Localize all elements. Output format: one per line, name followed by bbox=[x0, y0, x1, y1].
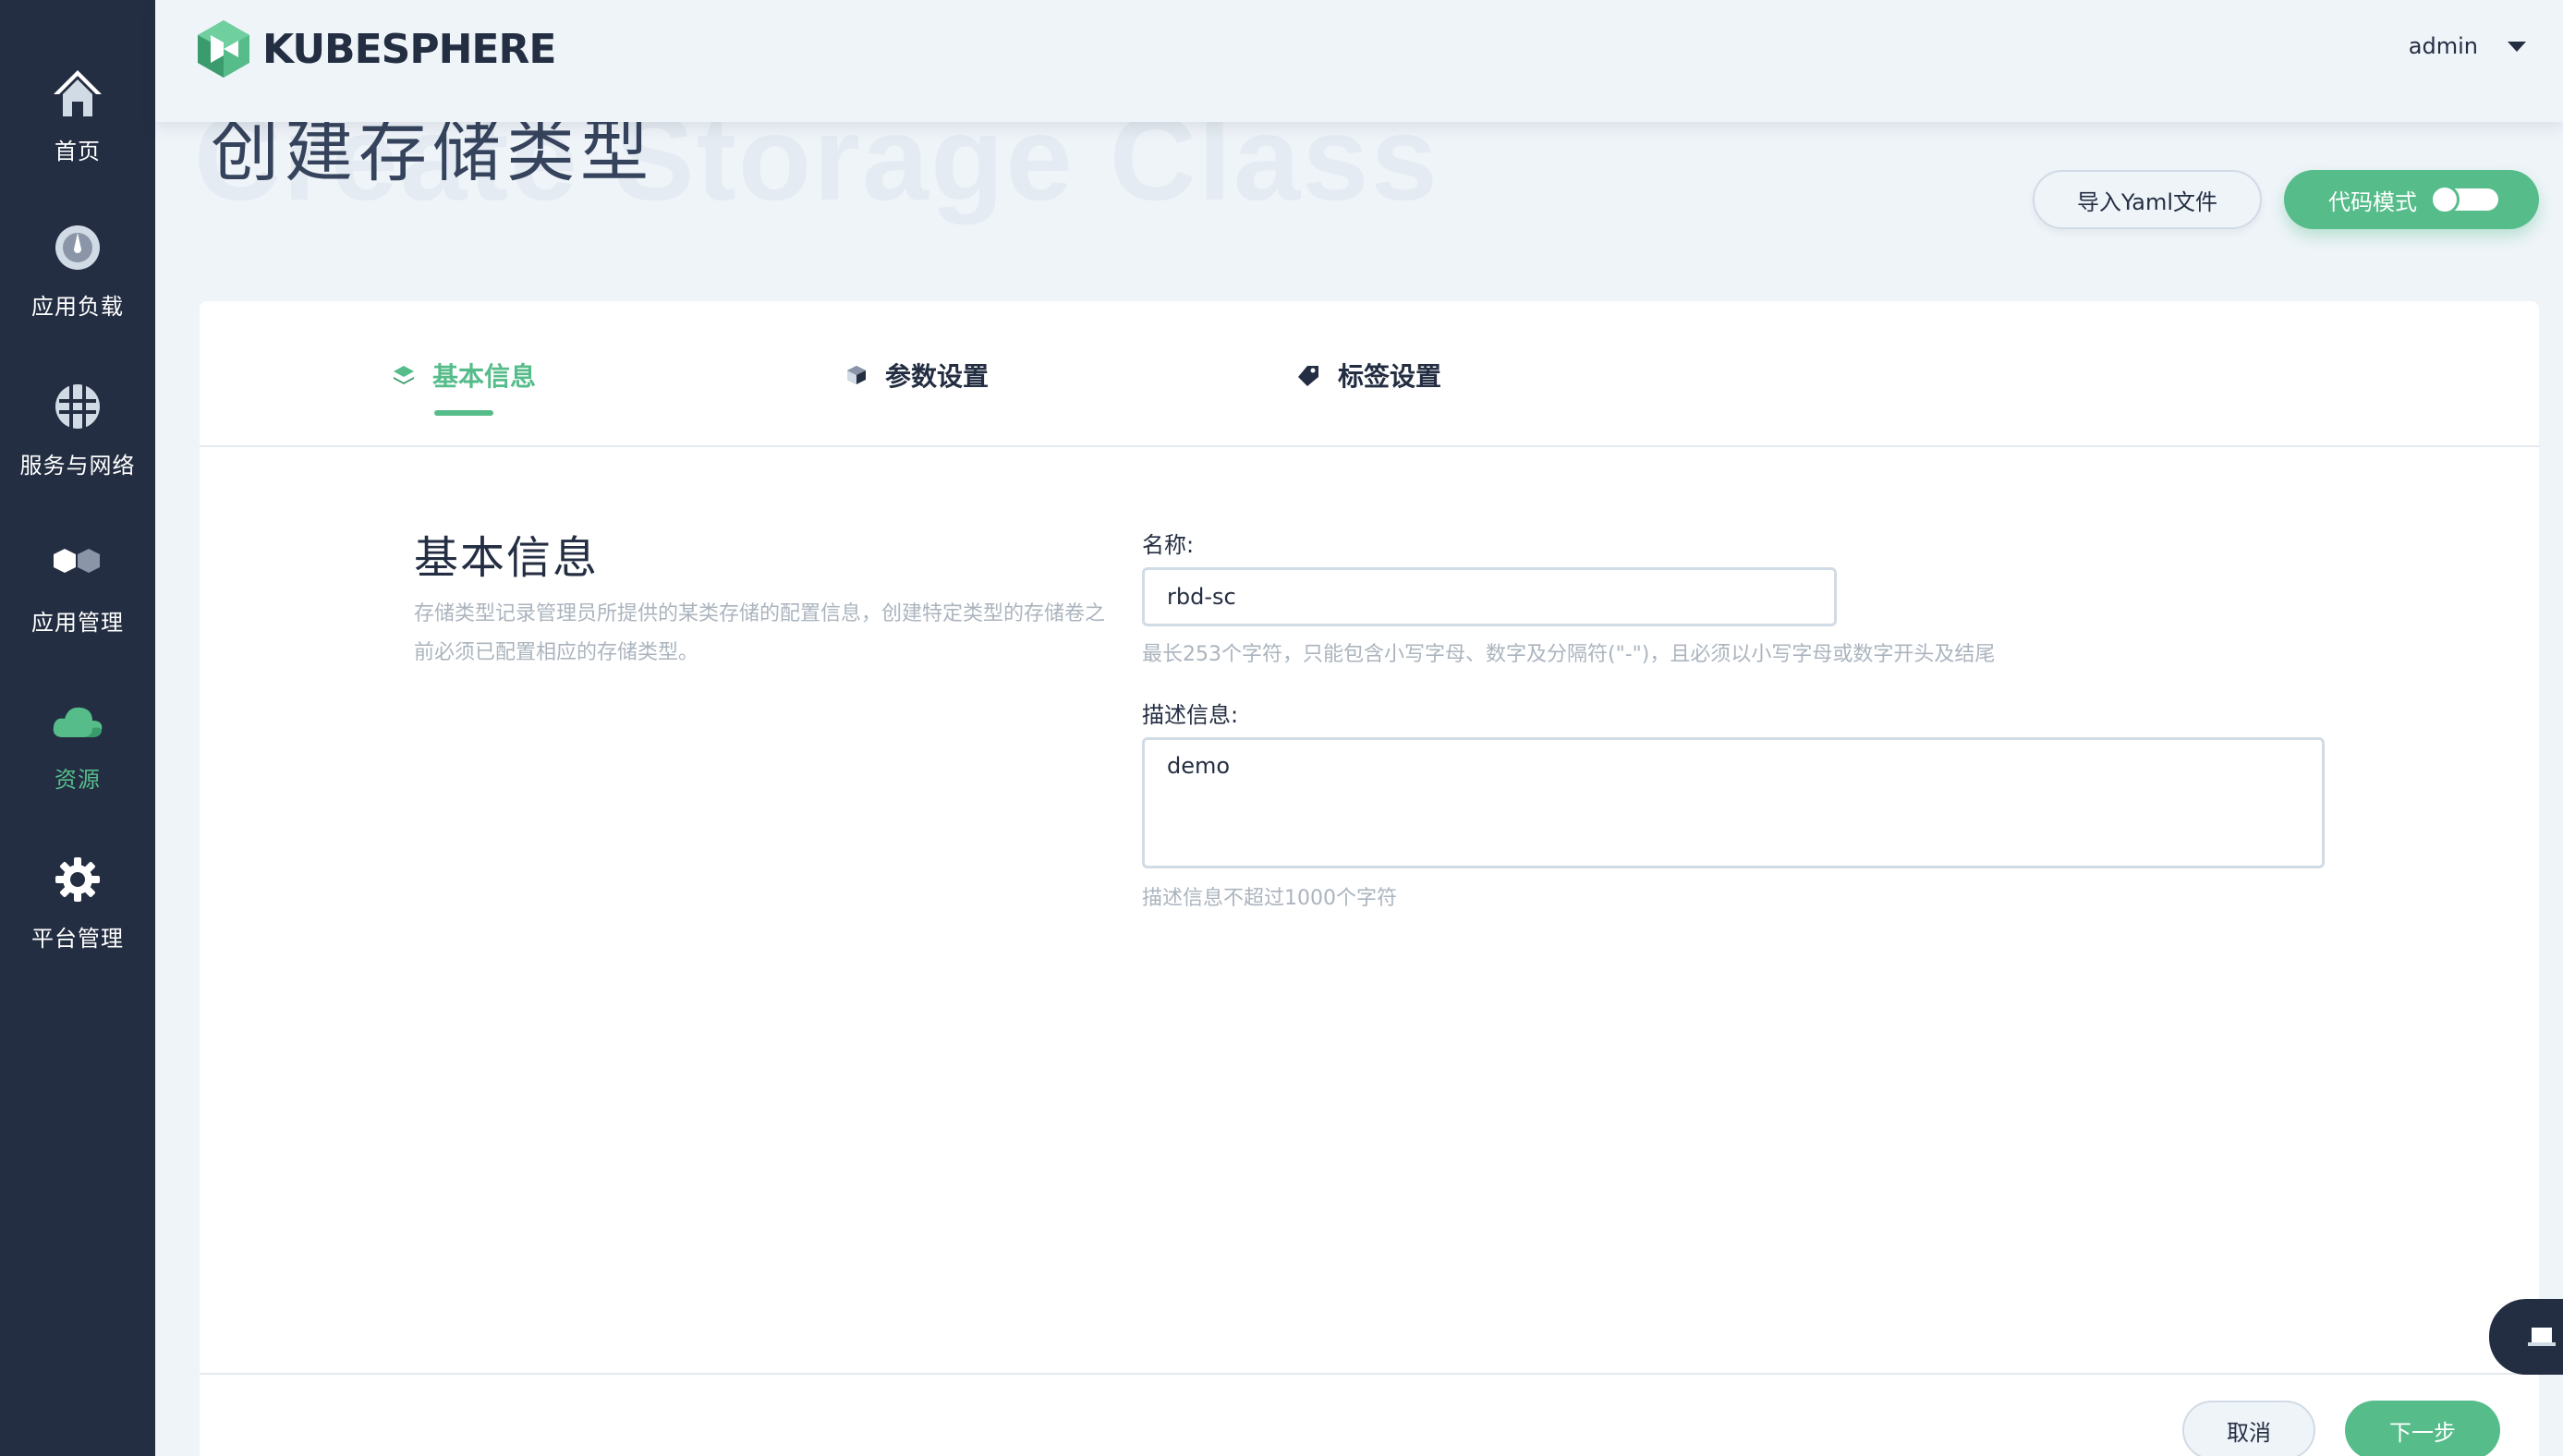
layers-icon bbox=[392, 363, 416, 387]
top-header: KUBESPHERE admin bbox=[155, 0, 2563, 122]
network-icon bbox=[50, 379, 105, 434]
sidebar-item-label: 服务与网络 bbox=[19, 453, 136, 479]
sidebar-item-label: 首页 bbox=[55, 139, 101, 164]
description-textarea[interactable]: demo bbox=[1142, 737, 2325, 868]
name-hint: 最长253个字符，只能包含小写字母、数字及分隔符("-")，且必须以小写字母或数… bbox=[1142, 643, 1996, 666]
tab-label: 参数设置 bbox=[885, 361, 990, 392]
floating-toolbox[interactable] bbox=[2489, 1299, 2563, 1375]
sidebar-item-label: 应用负载 bbox=[31, 294, 124, 320]
tag-icon bbox=[1297, 363, 1321, 387]
sidebar-item-platform[interactable]: 平台管理 bbox=[0, 852, 155, 990]
tab-label: 标签设置 bbox=[1338, 361, 1442, 392]
kubesphere-logo-icon bbox=[198, 20, 249, 78]
user-menu[interactable]: admin bbox=[2409, 33, 2526, 59]
toggle-knob bbox=[2430, 185, 2460, 214]
laptop-icon bbox=[2528, 1328, 2556, 1346]
tab-basic-info[interactable]: 基本信息 bbox=[392, 357, 536, 394]
sidebar-item-apps[interactable]: 应用管理 bbox=[0, 536, 155, 674]
brand-name: KUBESPHERE bbox=[262, 25, 556, 73]
sidebar-item-resources[interactable]: 资源 bbox=[0, 693, 155, 831]
import-yaml-button[interactable]: 导入Yaml文件 bbox=[2033, 170, 2262, 229]
sidebar-item-label: 平台管理 bbox=[31, 926, 124, 952]
next-button[interactable]: 下一步 bbox=[2345, 1401, 2500, 1456]
tab-labels[interactable]: 标签设置 bbox=[1297, 357, 1441, 394]
sidebar-item-home[interactable]: 首页 bbox=[0, 65, 155, 203]
dashboard-icon bbox=[50, 220, 105, 275]
chevron-down-icon bbox=[2508, 41, 2526, 52]
sidebar: 首页 应用负载 服务与网络 应用管理 资源 平台管理 bbox=[0, 0, 155, 1456]
create-form-card: 基本信息 参数设置 标签设置 基本信息 存储类型记录管理员所提供的某类存储的配置… bbox=[200, 301, 2539, 1456]
code-mode-label: 代码模式 bbox=[2328, 188, 2417, 215]
tab-label: 基本信息 bbox=[432, 361, 537, 392]
description-label: 描述信息: bbox=[1142, 702, 1239, 728]
section-title: 基本信息 bbox=[414, 532, 600, 584]
tab-parameters[interactable]: 参数设置 bbox=[844, 357, 989, 394]
name-input[interactable]: rbd-sc bbox=[1142, 567, 1837, 626]
cloud-icon bbox=[50, 693, 105, 748]
logo[interactable]: KUBESPHERE bbox=[198, 20, 556, 78]
cube-icon bbox=[844, 363, 869, 387]
footer-divider bbox=[200, 1373, 2539, 1375]
step-tabs: 基本信息 参数设置 标签设置 bbox=[200, 301, 2539, 447]
name-label: 名称: bbox=[1142, 532, 1195, 558]
code-mode-toggle[interactable] bbox=[2430, 185, 2498, 214]
cancel-button[interactable]: 取消 bbox=[2182, 1401, 2315, 1456]
active-tab-indicator bbox=[434, 410, 493, 416]
description-hint: 描述信息不超过1000个字符 bbox=[1142, 887, 1397, 910]
sidebar-item-workloads[interactable]: 应用负载 bbox=[0, 220, 155, 358]
home-icon bbox=[50, 65, 105, 120]
sidebar-item-network[interactable]: 服务与网络 bbox=[0, 379, 155, 517]
username: admin bbox=[2408, 33, 2478, 59]
code-mode-button[interactable]: 代码模式 bbox=[2284, 170, 2539, 229]
section-description: 存储类型记录管理员所提供的某类存储的配置信息，创建特定类型的存储卷之前必须已配置… bbox=[414, 602, 1106, 664]
hexagons-icon bbox=[50, 536, 105, 591]
sidebar-item-label: 资源 bbox=[55, 767, 101, 793]
sidebar-item-label: 应用管理 bbox=[31, 610, 124, 636]
gear-icon bbox=[50, 852, 105, 907]
